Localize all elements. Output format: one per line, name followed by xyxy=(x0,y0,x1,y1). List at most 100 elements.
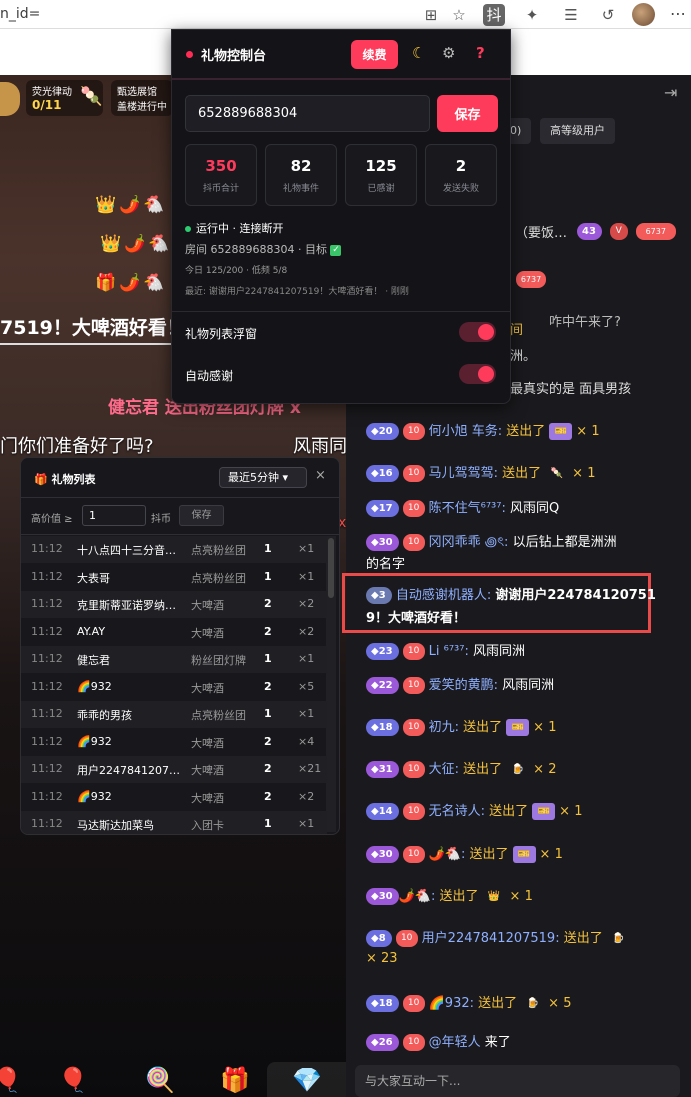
chat-username[interactable]: 🌈932: xyxy=(429,996,474,1011)
row-count: ×1 xyxy=(298,569,315,583)
row-count: ×2 xyxy=(298,789,315,803)
auto-thank-toggle[interactable] xyxy=(459,364,496,384)
time-range-select[interactable]: 最近5分钟 ▾ xyxy=(219,467,307,488)
diamond-icon[interactable]: 💎 xyxy=(292,1066,322,1094)
float-toggle[interactable] xyxy=(459,322,496,342)
threshold-input[interactable] xyxy=(82,505,146,526)
level-badge: ◆26 xyxy=(366,1034,399,1051)
extensions-puzzle-icon[interactable]: ✦ xyxy=(521,4,543,26)
lollipop-gift-icon[interactable]: 🍭 xyxy=(145,1066,175,1094)
gift-count: × 1 xyxy=(539,847,563,862)
chat-ghost-badge: 6737 xyxy=(512,271,550,288)
gift-row[interactable]: 11:12 🌈932 大啤酒 2 ×2 xyxy=(21,784,327,811)
close-icon[interactable]: × xyxy=(315,468,326,483)
row-coins: 1 xyxy=(264,707,272,720)
chat-username[interactable]: 无名诗人: xyxy=(429,804,485,819)
gift-count: × 1 xyxy=(572,466,596,481)
chat-username[interactable]: Li ⁶⁷³⁷: xyxy=(429,644,469,659)
profile-avatar[interactable] xyxy=(632,3,655,26)
danmu-emoji-row: 👑🌶️🐔 xyxy=(95,195,168,215)
chat-gift-line: ◆18 10 初九: 送出了 🎫 × 1 xyxy=(366,716,556,736)
chat-username[interactable]: 初九: xyxy=(429,720,459,735)
room-line-text: 房间 652889688304 · 目标 xyxy=(185,243,327,256)
row-coins: 2 xyxy=(264,679,272,693)
chat-username[interactable]: 🌶️🐔: xyxy=(429,847,466,862)
gift-count: × 1 xyxy=(559,804,583,819)
moon-icon[interactable]: ☾ xyxy=(412,44,425,62)
chat-message-continued: 9！大啤酒好看！ xyxy=(366,611,467,626)
favorites-list-icon[interactable]: ☰ xyxy=(560,4,582,26)
chat-username[interactable]: 用户2247841207519: xyxy=(422,931,560,946)
favorite-star-icon[interactable]: ☆ xyxy=(448,4,470,26)
chat-username[interactable]: 何小旭 车务: xyxy=(429,424,503,439)
gift-row[interactable]: 11:12 马达斯达加菜鸟 入团卡 1 ×1 xyxy=(21,811,327,834)
chat-username[interactable]: @年轻人 xyxy=(429,1035,481,1050)
gift-row[interactable]: 11:12 大表哥 点亮粉丝团 1 ×1 xyxy=(21,564,327,591)
level-badge: ◆30 xyxy=(366,846,399,863)
chat-username[interactable]: 大征: xyxy=(429,762,459,777)
collapse-panel-icon[interactable]: ⇥ xyxy=(664,83,677,102)
row-time: 11:12 xyxy=(31,762,63,775)
activity-title: 荧光律动 xyxy=(32,87,72,98)
gift-row[interactable]: 11:12 用户2247841207… 大啤酒 2 ×21 xyxy=(21,756,327,783)
float-option-label: 礼物列表浮窗 xyxy=(185,327,258,341)
gear-icon[interactable]: ⚙ xyxy=(442,44,455,62)
chat-username[interactable]: 🌶️🐔: xyxy=(399,889,436,904)
chat-ghost-name: （要饭… xyxy=(515,226,568,241)
activity-badge[interactable]: 荧光律动 0/11 🍡 xyxy=(26,80,103,116)
gift-row[interactable]: 11:12 健忘君 粉丝团灯牌 1 ×1 xyxy=(21,646,327,673)
beer-icon: 🍺 xyxy=(526,998,539,1009)
row-time: 11:12 xyxy=(31,679,63,693)
row-time: 11:12 xyxy=(31,652,63,665)
chat-username[interactable]: 自动感谢机器人: xyxy=(396,588,491,603)
history-icon[interactable]: ↺ xyxy=(597,4,619,26)
gift-row[interactable]: 11:12 🌈932 大啤酒 2 ×5 xyxy=(21,674,327,701)
room-id-input[interactable] xyxy=(185,95,430,132)
giftbox-icon[interactable]: 🎁 xyxy=(220,1066,250,1094)
stat-events: 82 礼物事件 xyxy=(265,144,337,206)
extension-active-icon[interactable]: 抖 xyxy=(483,4,505,26)
chat-input[interactable]: 与大家互动一下... xyxy=(355,1065,680,1097)
balloon-gift-icon[interactable]: 🎈 xyxy=(58,1066,88,1094)
row-gift: 点亮粉丝团 xyxy=(191,571,246,585)
v-badge: V xyxy=(609,223,628,240)
stat-label: 已感谢 xyxy=(367,184,395,194)
popsicle-icon: 🍡 xyxy=(80,86,103,107)
exhibition-badge[interactable]: 甄选展馆 盖楼进行中 xyxy=(111,80,173,116)
row-gift: 大啤酒 xyxy=(191,681,224,695)
app-grid-icon[interactable]: ⊞ xyxy=(420,4,442,26)
chat-message: 来了 xyxy=(484,1035,511,1050)
gift-row[interactable]: 11:12 乖乖的男孩 点亮粉丝团 1 ×1 xyxy=(21,701,327,728)
level-badge: ◆8 xyxy=(366,930,392,947)
row-coins: 2 xyxy=(264,597,272,610)
gift-row[interactable]: 11:12 克里斯蒂亚诺罗纳… 大啤酒 2 ×2 xyxy=(21,591,327,618)
fan-badge: 10 xyxy=(402,1034,425,1051)
more-menu-icon[interactable]: ⋯ xyxy=(670,4,686,23)
scrollbar-thumb[interactable] xyxy=(328,538,334,598)
gift-row[interactable]: 11:12 十八点四十三分音… 点亮粉丝团 1 ×1 xyxy=(21,536,327,563)
gift-row[interactable]: 11:12 🌈932 大啤酒 2 ×4 xyxy=(21,729,327,756)
fan-badge: 10 xyxy=(402,761,425,778)
chat-gift-line: ◆14 10 无名诗人: 送出了 🎫 × 1 xyxy=(366,800,582,820)
chat-ghost-fragment: 洲。 xyxy=(510,349,537,364)
renew-button[interactable]: 续费 xyxy=(351,40,398,69)
chat-username[interactable]: 爱笑的黄鹏: xyxy=(429,678,498,693)
help-icon[interactable]: ? xyxy=(476,44,485,62)
chat-message: 风雨同洲 xyxy=(502,678,555,693)
chat-username[interactable]: 马儿驾驾驾: xyxy=(429,466,498,481)
chat-username[interactable]: 冈冈乖乖 ꩜ৎ: xyxy=(429,535,509,550)
row-count: ×1 xyxy=(298,652,315,665)
row-count: ×21 xyxy=(298,762,322,775)
chat-username[interactable]: 陈不住气⁶⁷³⁷: xyxy=(429,501,506,516)
chat-action: 送出了 xyxy=(478,996,518,1011)
gift-row[interactable]: 11:12 AY.AY 大啤酒 2 ×2 xyxy=(21,619,327,646)
address-bar[interactable]: n_id= xyxy=(0,6,40,22)
row-coins: 2 xyxy=(264,762,272,775)
save-button[interactable]: 保存 xyxy=(437,95,498,132)
row-user: 健忘君 xyxy=(77,654,110,667)
stat-failed: 2 发送失败 xyxy=(425,144,497,206)
gift-icon[interactable]: 🎈 xyxy=(0,1066,22,1094)
high-level-users-pill[interactable]: 高等级用户 xyxy=(540,118,615,144)
online-dot xyxy=(185,226,191,232)
filter-save-button[interactable]: 保存 xyxy=(179,505,224,526)
